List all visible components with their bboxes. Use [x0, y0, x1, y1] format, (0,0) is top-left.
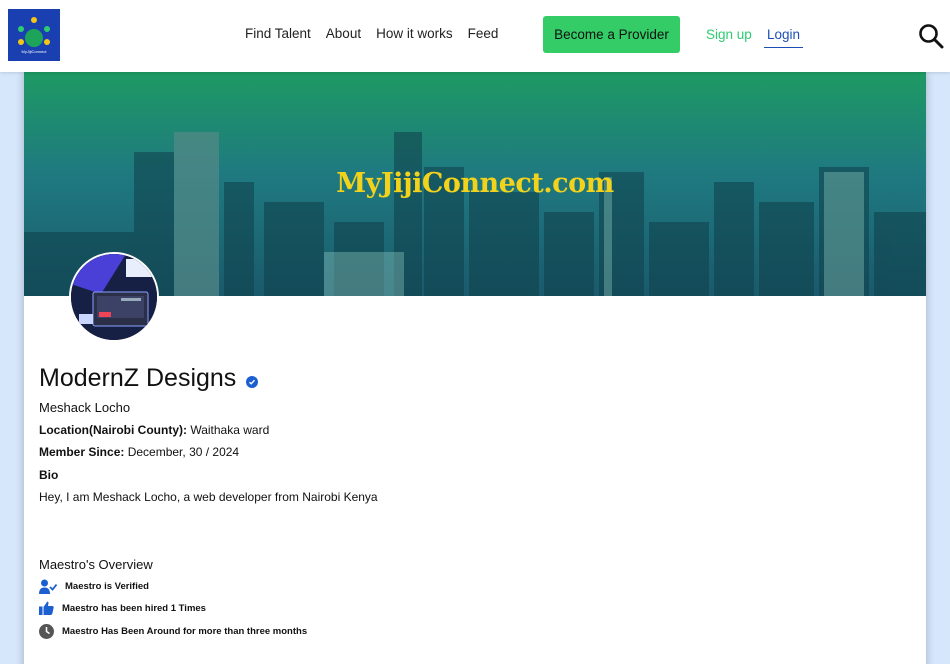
login-link[interactable]: Login: [764, 27, 804, 48]
logo-graphic: [14, 16, 54, 47]
bio-text: Hey, I am Meshack Locho, a web developer…: [39, 490, 378, 504]
overview-tenure-text: Maestro Has Been Around for more than th…: [62, 626, 308, 637]
member-since-row: Member Since: December, 30 / 2024: [39, 445, 239, 459]
verified-badge-icon: [246, 375, 259, 388]
site-logo[interactable]: MyJijiConnect: [8, 9, 60, 61]
location-value: Waithaka ward: [190, 423, 270, 437]
main-nav: Find Talent About How it works Feed: [245, 26, 498, 41]
owner-name: Meshack Locho: [39, 400, 131, 415]
nav-find-talent[interactable]: Find Talent: [245, 26, 311, 41]
profile-banner: MyJijiConnect.com: [24, 72, 926, 296]
profile-avatar: [69, 252, 159, 342]
thumbs-up-icon: [39, 601, 54, 615]
user-check-icon: [39, 579, 57, 594]
location-row: Location(Nairobi County): Waithaka ward: [39, 423, 269, 437]
top-navbar: MyJijiConnect Find Talent About How it w…: [0, 0, 950, 72]
bio-label: Bio: [39, 468, 59, 482]
profile-card: MyJijiConnect.com ModernZ Designs Meshac…: [24, 72, 926, 664]
location-label: Location(Nairobi County):: [39, 423, 187, 437]
bio-label-row: Bio: [39, 468, 58, 482]
avatar-image: [71, 254, 157, 340]
become-provider-button[interactable]: Become a Provider: [543, 16, 680, 53]
business-name: ModernZ Designs: [39, 364, 259, 393]
overview-item-verified: Maestro is Verified: [39, 579, 149, 594]
overview-verified-text: Maestro is Verified: [65, 581, 149, 592]
nav-about[interactable]: About: [326, 26, 361, 41]
search-icon[interactable]: [918, 23, 944, 49]
logo-text: MyJijiConnect: [21, 48, 47, 54]
member-since-label: Member Since:: [39, 445, 125, 459]
member-since-value: December, 30 / 2024: [127, 445, 240, 459]
signup-link[interactable]: Sign up: [706, 27, 752, 42]
overview-hired-text: Maestro has been hired 1 Times: [62, 602, 206, 614]
nav-how-it-works[interactable]: How it works: [376, 26, 453, 41]
banner-title: MyJijiConnect.com: [336, 168, 614, 199]
business-name-text: ModernZ Designs: [39, 364, 237, 392]
overview-item-tenure: Maestro Has Been Around for more than th…: [39, 624, 307, 639]
overview-title: Maestro's Overview: [39, 557, 153, 572]
clock-icon: [39, 624, 54, 639]
overview-item-hired: Maestro has been hired 1 Times: [39, 601, 206, 615]
nav-feed[interactable]: Feed: [468, 26, 499, 41]
